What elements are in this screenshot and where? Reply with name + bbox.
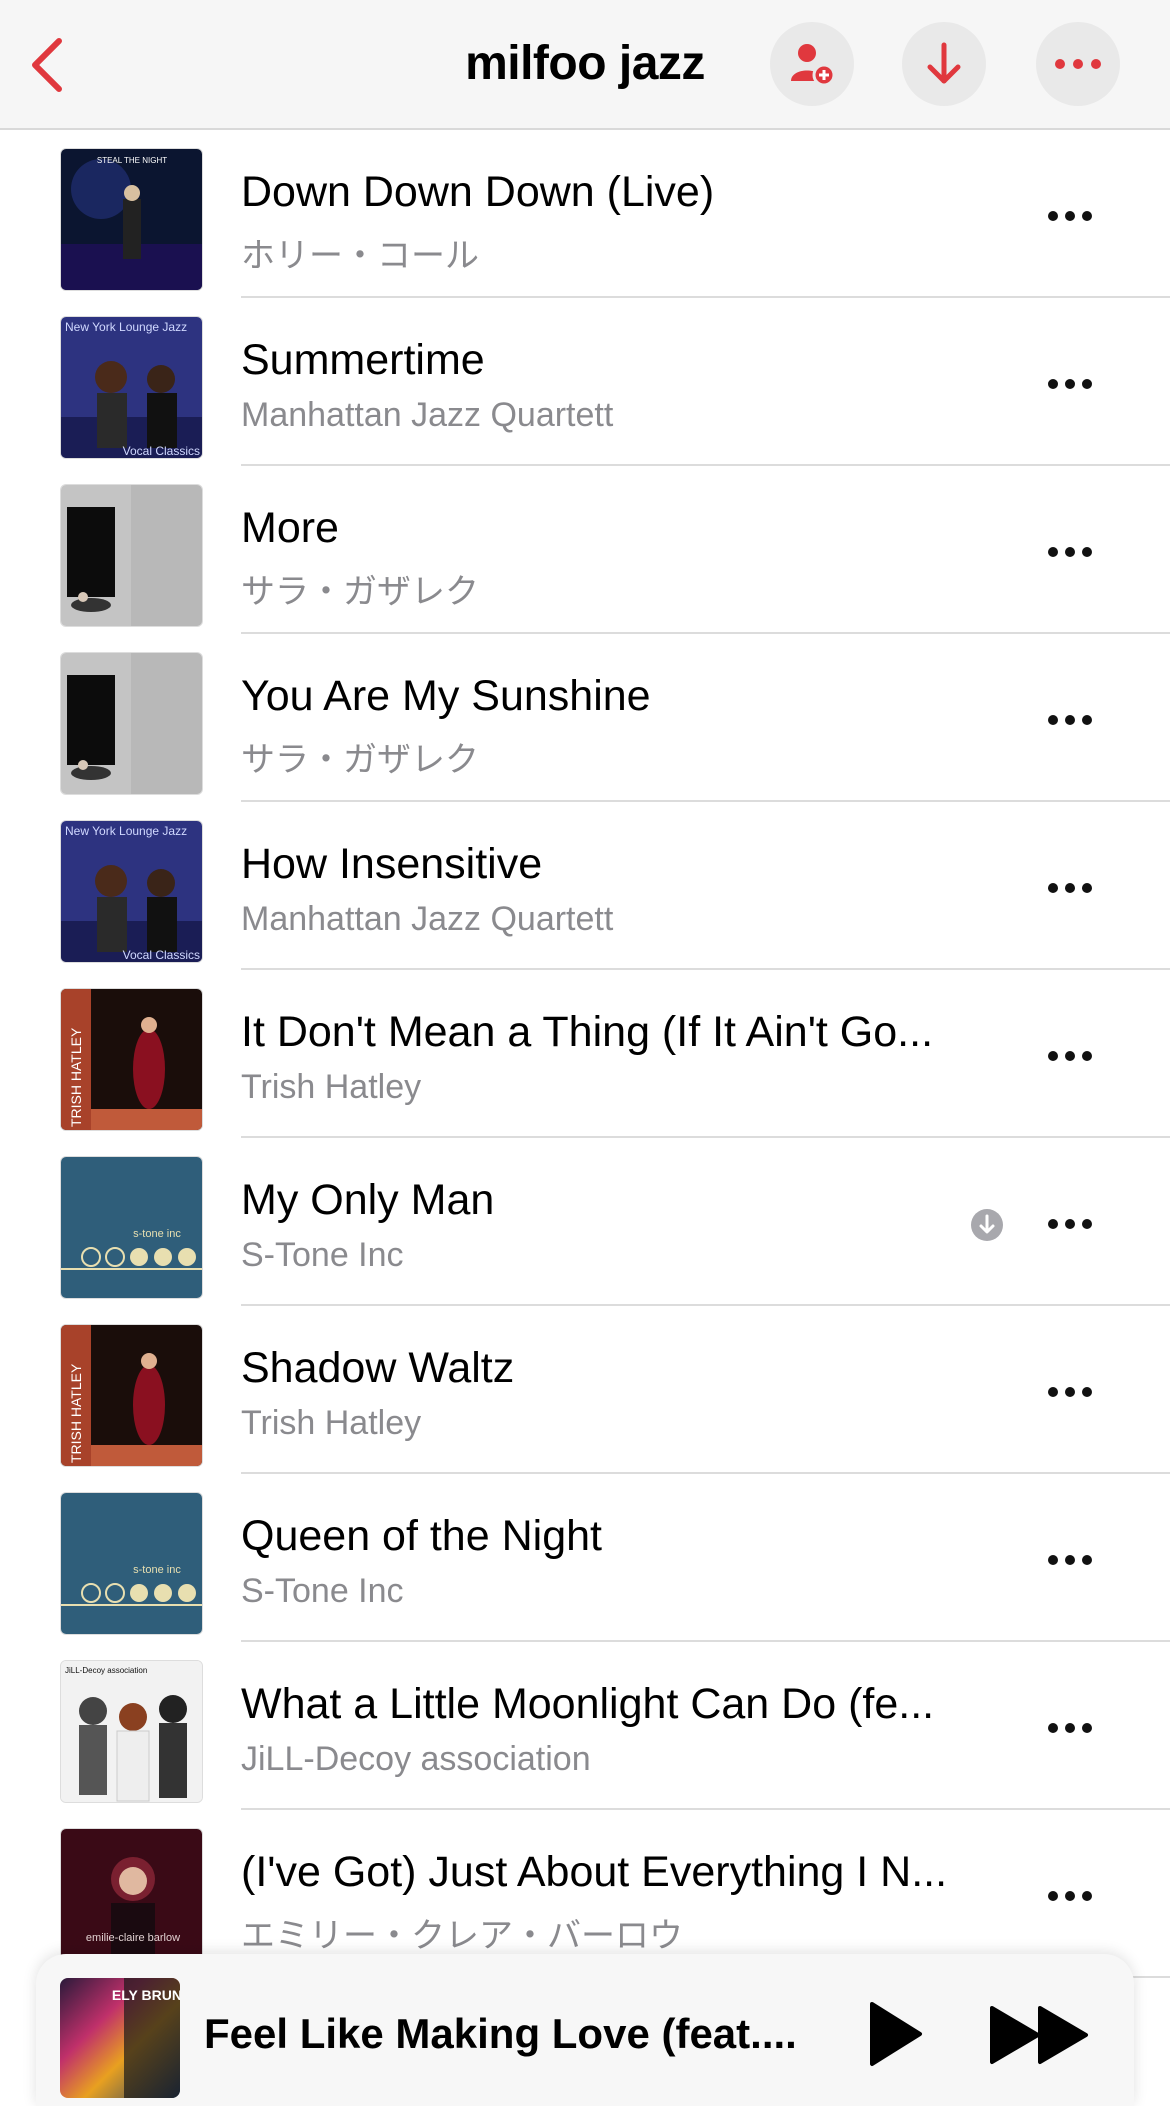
ellipsis-icon — [1048, 379, 1092, 389]
mini-player[interactable]: ELY BRUNA Feel Like Making Love (feat...… — [36, 1954, 1134, 2106]
track-more-button[interactable] — [1040, 1036, 1100, 1076]
track-row[interactable]: emilie-claire barlow (I've Got) Just Abou… — [0, 1810, 1170, 1978]
track-title: (I've Got) Just About Everything I N... — [241, 1848, 948, 1896]
svg-text:JiLL-Decoy association: JiLL-Decoy association — [65, 1666, 147, 1675]
track-more-button[interactable] — [1040, 1372, 1100, 1412]
track-row[interactable]: More サラ・ガザレク — [0, 466, 1170, 634]
track-title: You Are My Sunshine — [241, 672, 651, 720]
svg-text:emilie-claire barlow: emilie-claire barlow — [86, 1932, 180, 1944]
ellipsis-icon — [1048, 1387, 1092, 1397]
add-collaborator-button[interactable] — [770, 22, 854, 106]
track-row[interactable]: STEAL THE NIGHT Down Down Down (Live) ホリー・… — [0, 130, 1170, 298]
ellipsis-icon — [1048, 1555, 1092, 1565]
album-artwork: s-tone inc — [60, 1156, 203, 1299]
album-artwork: TRISH HATLEY — [60, 988, 203, 1131]
track-artist: Manhattan Jazz Quartett — [241, 900, 614, 938]
track-row[interactable]: New York Lounge Jazz Vocal Classics Summer… — [0, 298, 1170, 466]
ellipsis-icon — [1048, 547, 1092, 557]
more-options-button[interactable] — [1036, 22, 1120, 106]
person-add-icon — [791, 44, 836, 87]
track-artist: JiLL-Decoy association — [241, 1740, 591, 1778]
track-more-button[interactable] — [1040, 700, 1100, 740]
ellipsis-icon — [1048, 715, 1092, 725]
album-artwork: s-tone inc — [60, 1492, 203, 1635]
svg-text:TRISH HATLEY: TRISH HATLEY — [68, 1363, 84, 1463]
track-title: My Only Man — [241, 1176, 495, 1224]
album-artwork: New York Lounge Jazz Vocal Classics — [60, 820, 203, 963]
now-playing-title[interactable]: Feel Like Making Love (feat.... — [204, 2010, 844, 2058]
track-title: How Insensitive — [241, 840, 543, 888]
track-row[interactable]: TRISH HATLEY Shadow Waltz Trish Hatley — [0, 1306, 1170, 1474]
track-artist: S-Tone Inc — [241, 1236, 404, 1274]
track-more-button[interactable] — [1040, 196, 1100, 236]
track-artist: サラ・ガザレク — [241, 741, 479, 779]
ellipsis-icon — [1055, 59, 1101, 69]
svg-text:New York Lounge Jazz: New York Lounge Jazz — [65, 824, 187, 838]
album-artwork: emilie-claire barlow — [60, 1828, 203, 1971]
page-title: milfoo jazz — [465, 37, 705, 90]
play-button[interactable] — [854, 1994, 934, 2074]
track-row[interactable]: New York Lounge Jazz Vocal Classics How In… — [0, 802, 1170, 970]
track-row[interactable]: You Are My Sunshine サラ・ガザレク — [0, 634, 1170, 802]
svg-text:New York Lounge Jazz: New York Lounge Jazz — [65, 320, 187, 334]
play-icon — [870, 2002, 922, 2066]
track-title: It Don't Mean a Thing (If It Ain't Go... — [241, 1008, 934, 1056]
track-title: More — [241, 504, 339, 552]
track-artist: サラ・ガザレク — [241, 573, 479, 611]
download-button[interactable] — [902, 22, 986, 106]
album-artwork — [60, 484, 203, 627]
track-list: STEAL THE NIGHT Down Down Down (Live) ホリー・… — [0, 130, 1170, 1978]
fast-forward-button[interactable] — [986, 2000, 1096, 2070]
track-more-button[interactable] — [1040, 1204, 1100, 1244]
track-row[interactable]: s-tone inc Queen of the Night S-Tone Inc — [0, 1474, 1170, 1642]
track-more-button[interactable] — [1040, 532, 1100, 572]
track-more-button[interactable] — [1040, 1708, 1100, 1748]
fast-forward-icon — [990, 2006, 1088, 2064]
now-playing-art-text: ELY BRUNA — [112, 1987, 180, 2003]
track-artist: ホリー・コール — [241, 237, 479, 275]
track-artist: S-Tone Inc — [241, 1572, 404, 1610]
track-more-button[interactable] — [1040, 1540, 1100, 1580]
track-row[interactable]: TRISH HATLEY It Don't Mean a Thing (If It… — [0, 970, 1170, 1138]
track-title: Queen of the Night — [241, 1512, 602, 1560]
album-artwork: JiLL-Decoy association — [60, 1660, 203, 1803]
album-artwork — [60, 652, 203, 795]
ellipsis-icon — [1048, 883, 1092, 893]
track-more-button[interactable] — [1040, 364, 1100, 404]
nav-header: milfoo jazz — [0, 0, 1170, 130]
track-artist: Trish Hatley — [241, 1404, 422, 1442]
svg-text:s-tone inc: s-tone inc — [133, 1564, 181, 1576]
track-row[interactable]: s-tone inc My Only Man S-Tone Inc — [0, 1138, 1170, 1306]
now-playing-artwork[interactable]: ELY BRUNA — [60, 1978, 180, 2098]
track-more-button[interactable] — [1040, 1876, 1100, 1916]
arrow-down-icon — [927, 42, 961, 84]
svg-text:s-tone inc: s-tone inc — [133, 1228, 181, 1240]
ellipsis-icon — [1048, 211, 1092, 221]
track-row[interactable]: JiLL-Decoy association What a Little Moon… — [0, 1642, 1170, 1810]
album-artwork: STEAL THE NIGHT — [60, 148, 203, 291]
track-title: Summertime — [241, 336, 485, 384]
track-artist: Trish Hatley — [241, 1068, 422, 1106]
track-title: What a Little Moonlight Can Do (fe... — [241, 1680, 935, 1728]
ellipsis-icon — [1048, 1219, 1092, 1229]
svg-text:STEAL THE NIGHT: STEAL THE NIGHT — [97, 156, 167, 165]
svg-text:Vocal Classics: Vocal Classics — [123, 444, 200, 458]
track-title: Down Down Down (Live) — [241, 168, 715, 216]
album-artwork: TRISH HATLEY — [60, 1324, 203, 1467]
track-artist: Manhattan Jazz Quartett — [241, 396, 614, 434]
svg-text:TRISH HATLEY: TRISH HATLEY — [68, 1027, 84, 1127]
track-title: Shadow Waltz — [241, 1344, 515, 1392]
svg-text:Vocal Classics: Vocal Classics — [123, 948, 200, 962]
ellipsis-icon — [1048, 1723, 1092, 1733]
track-artist: エミリー・クレア・バーロウ — [241, 1917, 683, 1955]
ellipsis-icon — [1048, 1051, 1092, 1061]
download-status-icon — [970, 1208, 1004, 1242]
ellipsis-icon — [1048, 1891, 1092, 1901]
album-artwork: New York Lounge Jazz Vocal Classics — [60, 316, 203, 459]
track-more-button[interactable] — [1040, 868, 1100, 908]
